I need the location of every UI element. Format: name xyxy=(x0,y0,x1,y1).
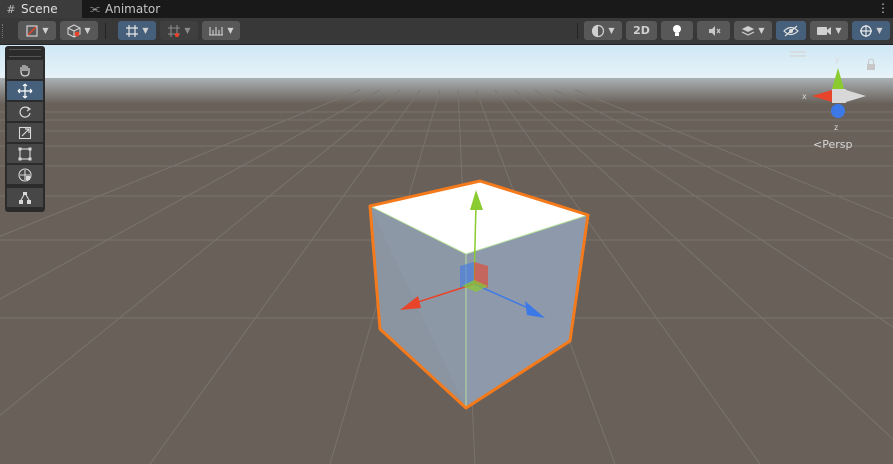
tab-label: Animator xyxy=(105,2,161,16)
chevron-down-icon: ▼ xyxy=(608,26,615,35)
tab-animator[interactable]: ⫘ Animator xyxy=(84,0,164,18)
ruler-icon xyxy=(209,26,224,36)
gizmo-z-cone[interactable] xyxy=(831,104,845,118)
palette-grip[interactable] xyxy=(9,49,41,57)
custom-tool-icon xyxy=(19,191,31,204)
effects-layers-icon xyxy=(742,25,755,36)
scene-viewport[interactable]: y x z <Persp xyxy=(0,45,893,464)
rect-icon xyxy=(18,147,32,160)
custom-tool-button[interactable] xyxy=(7,188,43,207)
scene-canvas: y x z xyxy=(0,45,893,464)
toolbar-divider xyxy=(577,23,578,39)
tool-palette xyxy=(5,46,45,212)
increment-snap-icon xyxy=(168,24,181,37)
horizon-haze xyxy=(0,78,893,104)
gizmo-z-label: z xyxy=(834,123,838,132)
gizmo-center-cube[interactable] xyxy=(832,89,846,103)
grid-icon: # xyxy=(6,2,16,16)
audio-toggle-button[interactable] xyxy=(697,21,730,40)
toolbar-grip[interactable] xyxy=(2,24,7,38)
hand-icon xyxy=(20,64,30,77)
transform-tool-button[interactable] xyxy=(7,165,43,184)
grid-snap-icon xyxy=(126,24,139,37)
chevron-down-icon: ▼ xyxy=(835,26,842,35)
chevron-down-icon: ▼ xyxy=(84,26,91,35)
2d-toggle-button[interactable]: 2D xyxy=(626,21,657,40)
scene-toolbar: ▼ ▼ ▼ ▼ ▼ ▼ 2D ▼ ▼ ▼ xyxy=(0,18,893,45)
gizmo-y-label: y xyxy=(835,55,840,64)
audio-mute-icon xyxy=(708,25,720,36)
ruler-button[interactable]: ▼ xyxy=(202,21,240,40)
chevron-down-icon: ▼ xyxy=(142,26,149,35)
increment-snap-button[interactable]: ▼ xyxy=(160,21,198,40)
tab-scene[interactable]: # Scene xyxy=(0,0,82,18)
chevron-down-icon: ▼ xyxy=(184,26,191,35)
chevron-down-icon: ▼ xyxy=(876,26,883,35)
projection-label: Persp xyxy=(822,138,853,151)
scene-camera-button[interactable]: ▼ xyxy=(60,21,98,40)
scale-tool-button[interactable] xyxy=(7,123,43,142)
scale-icon xyxy=(18,126,32,139)
hand-tool-button[interactable] xyxy=(7,60,43,79)
draw-mode-icon xyxy=(26,24,39,37)
rect-tool-button[interactable] xyxy=(7,144,43,163)
shading-mode-button[interactable]: ▼ xyxy=(584,21,622,40)
kebab-menu-icon[interactable]: ⋮ xyxy=(877,1,889,15)
cube-icon xyxy=(67,23,81,38)
rotate-tool-button[interactable] xyxy=(7,102,43,121)
tab-label: Scene xyxy=(21,2,58,16)
scene-camera-settings-button[interactable]: ▼ xyxy=(810,21,848,40)
visibility-icon xyxy=(783,25,799,36)
chevron-down-icon: ▼ xyxy=(42,26,49,35)
chevron-down-icon: ▼ xyxy=(758,26,765,35)
lighting-toggle-button[interactable] xyxy=(661,21,693,40)
rotate-icon xyxy=(19,106,32,118)
projection-toggle[interactable]: <Persp xyxy=(813,138,852,151)
sky xyxy=(0,45,893,80)
toolbar-divider xyxy=(105,23,106,39)
tab-bar: # Scene ⫘ Animator ⋮ xyxy=(0,0,893,18)
lightbulb-icon xyxy=(673,24,681,36)
grid-snap-button[interactable]: ▼ xyxy=(118,21,156,40)
camera-icon xyxy=(817,26,832,35)
gizmo-x-label: x xyxy=(802,92,807,101)
gizmos-icon xyxy=(860,24,873,37)
draw-mode-button[interactable]: ▼ xyxy=(18,21,56,40)
transform-icon xyxy=(18,167,32,182)
gizmos-button[interactable]: ▼ xyxy=(852,21,890,40)
perspective-icon: < xyxy=(813,138,823,151)
move-icon xyxy=(17,83,33,98)
shading-mode-icon xyxy=(592,24,605,37)
chevron-down-icon: ▼ xyxy=(227,26,234,35)
move-tool-button[interactable] xyxy=(7,81,43,100)
effects-button[interactable]: ▼ xyxy=(734,21,772,40)
scene-visibility-button[interactable] xyxy=(776,21,806,40)
animator-icon: ⫘ xyxy=(90,2,100,15)
